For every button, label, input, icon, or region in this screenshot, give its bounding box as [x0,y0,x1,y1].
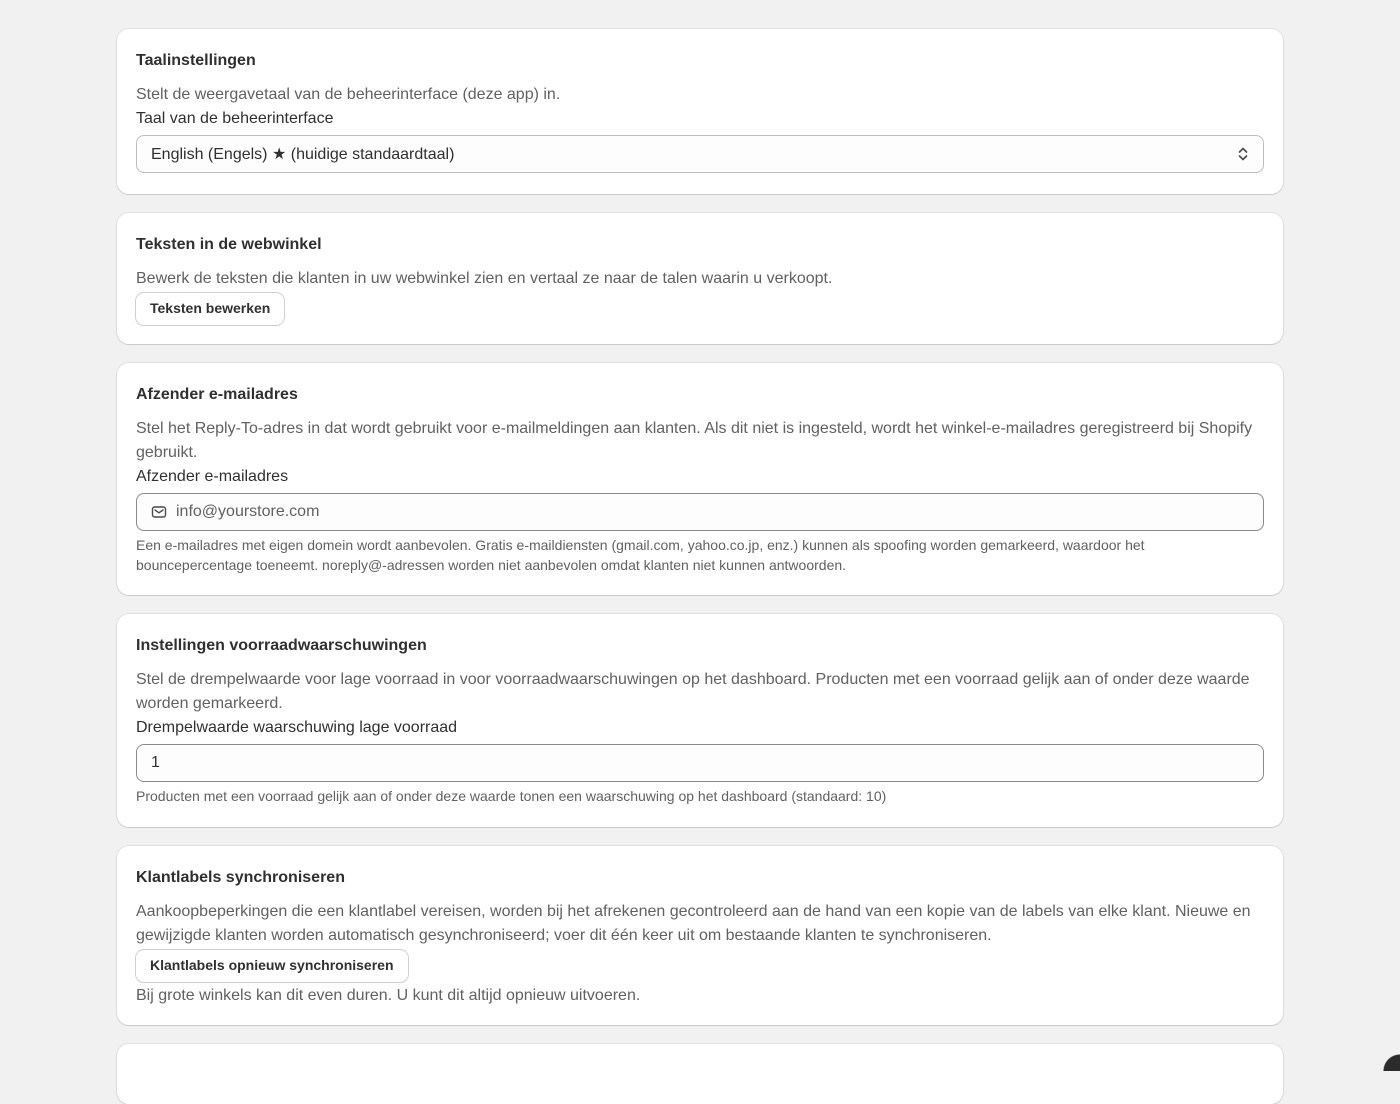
customer-tags-title: Klantlabels synchroniseren [136,869,345,886]
customer-tags-card: Klantlabels synchroniseren Aankoopbeperk… [117,846,1283,1025]
mail-icon [151,504,167,520]
sender-email-label: Afzender e-mailadres [136,468,289,485]
sender-email-description: Stel het Reply-To-adres in dat wordt geb… [136,420,1253,461]
sender-email-title: Afzender e-mailadres [136,386,298,403]
window-corner [1370,1051,1400,1071]
storefront-texts-description: Bewerk de teksten die klanten in uw webw… [136,270,833,287]
stock-alerts-card: Instellingen voorraadwaarschuwingen Stel… [117,614,1283,827]
stock-alerts-description: Stel de drempelwaarde voor lage voorraad… [136,671,1250,712]
admin-language-select[interactable]: English (Engels) ★ (huidige standaardtaa… [136,135,1264,173]
admin-language-selected-value: English (Engels) ★ (huidige standaardtaa… [151,146,455,163]
low-stock-threshold-input[interactable]: 1 [136,744,1264,782]
resync-customer-tags-button[interactable]: Klantlabels opnieuw synchroniseren [136,950,408,982]
low-stock-threshold-label: Drempelwaarde waarschuwing lage voorraad [136,719,458,736]
storefront-texts-card: Teksten in de webwinkel Bewerk de tekste… [117,213,1283,344]
language-settings-card: Taalinstellingen Stelt de weergavetaal v… [117,29,1283,194]
select-chevrons-icon [1237,145,1249,163]
sender-email-input[interactable]: info@yourstore.com [136,493,1264,531]
settings-page: Taalinstellingen Stelt de weergavetaal v… [117,29,1283,1104]
customer-tags-description: Aankoopbeperkingen die een klantlabel ve… [136,903,1251,944]
low-stock-threshold-value: 1 [151,754,160,771]
sender-email-card: Afzender e-mailadres Stel het Reply-To-a… [117,363,1283,595]
edit-texts-button[interactable]: Teksten bewerken [136,293,285,325]
language-settings-title: Taalinstellingen [136,52,256,69]
storefront-texts-title: Teksten in de webwinkel [136,236,322,253]
language-settings-description: Stelt de weergavetaal van de beheerinter… [136,86,561,103]
admin-language-label: Taal van de beheerinterface [136,110,334,127]
next-settings-card-partial [117,1044,1283,1104]
sender-email-help: Een e-mailadres met eigen domein wordt a… [136,537,1145,573]
low-stock-threshold-help: Producten met een voorraad gelijk aan of… [136,788,887,804]
stock-alerts-title: Instellingen voorraadwaarschuwingen [136,637,427,654]
customer-tags-note: Bij grote winkels kan dit even duren. U … [136,987,641,1004]
sender-email-placeholder: info@yourstore.com [176,503,320,520]
